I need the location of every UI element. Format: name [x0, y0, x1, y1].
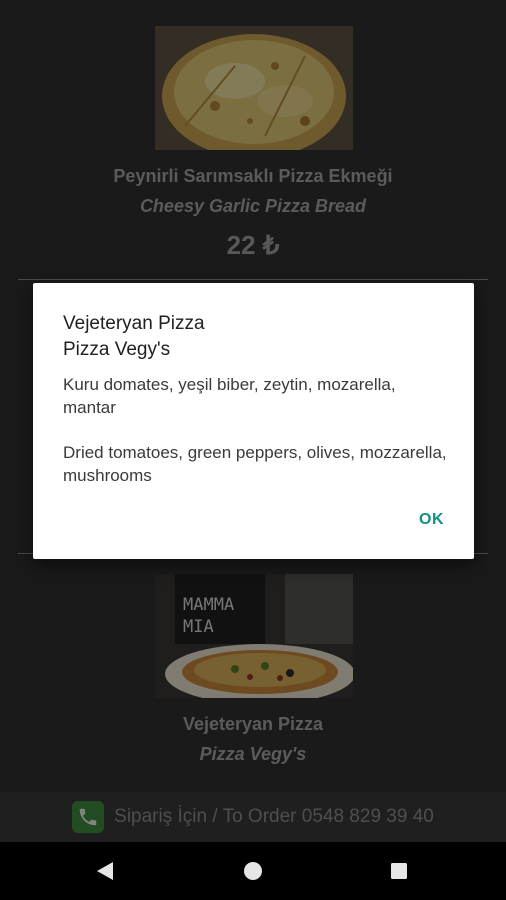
back-button[interactable]	[90, 856, 120, 886]
dialog-title: Vejeteryan Pizza Pizza Vegy's	[63, 311, 443, 363]
recents-square-icon	[391, 863, 407, 879]
dialog-description-en: Dried tomatoes, green peppers, olives, m…	[63, 443, 447, 485]
home-button[interactable]	[238, 856, 268, 886]
dialog-description-tr: Kuru domates, yeşil biber, zeytin, mozar…	[63, 375, 396, 417]
dialog-title-en: Pizza Vegy's	[63, 339, 171, 360]
home-circle-icon	[244, 862, 262, 880]
system-navigation-bar	[0, 842, 506, 900]
dialog-title-tr: Vejeteryan Pizza	[63, 313, 205, 334]
recents-button[interactable]	[384, 856, 414, 886]
ok-button[interactable]: OK	[419, 511, 444, 529]
item-detail-dialog: Vejeteryan Pizza Pizza Vegy's Kuru domat…	[33, 283, 474, 559]
back-triangle-icon	[97, 862, 113, 880]
